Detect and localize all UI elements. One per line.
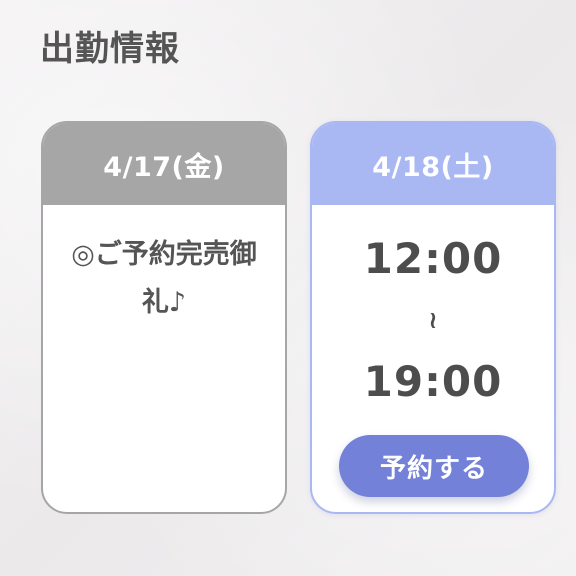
- schedule-date-header: 4/18(土): [312, 123, 554, 205]
- sold-out-note: ◎ご予約完売御礼♪: [71, 239, 257, 318]
- schedule-card-apr18: 4/18(土) 12:00 ≀ 19:00 予約する: [310, 121, 556, 514]
- end-time: 19:00: [363, 357, 503, 406]
- time-separator: ≀: [428, 306, 438, 334]
- schedule-card-body: 12:00 ≀ 19:00 予約する: [312, 205, 554, 512]
- section-title: 出勤情報: [40, 29, 180, 69]
- reserve-button[interactable]: 予約する: [339, 435, 529, 497]
- schedule-card-body: ◎ご予約完売御礼♪: [43, 205, 285, 512]
- schedule-date-header: 4/17(金): [43, 123, 285, 205]
- schedule-card-apr17: 4/17(金) ◎ご予約完売御礼♪: [41, 121, 287, 514]
- start-time: 12:00: [363, 234, 503, 283]
